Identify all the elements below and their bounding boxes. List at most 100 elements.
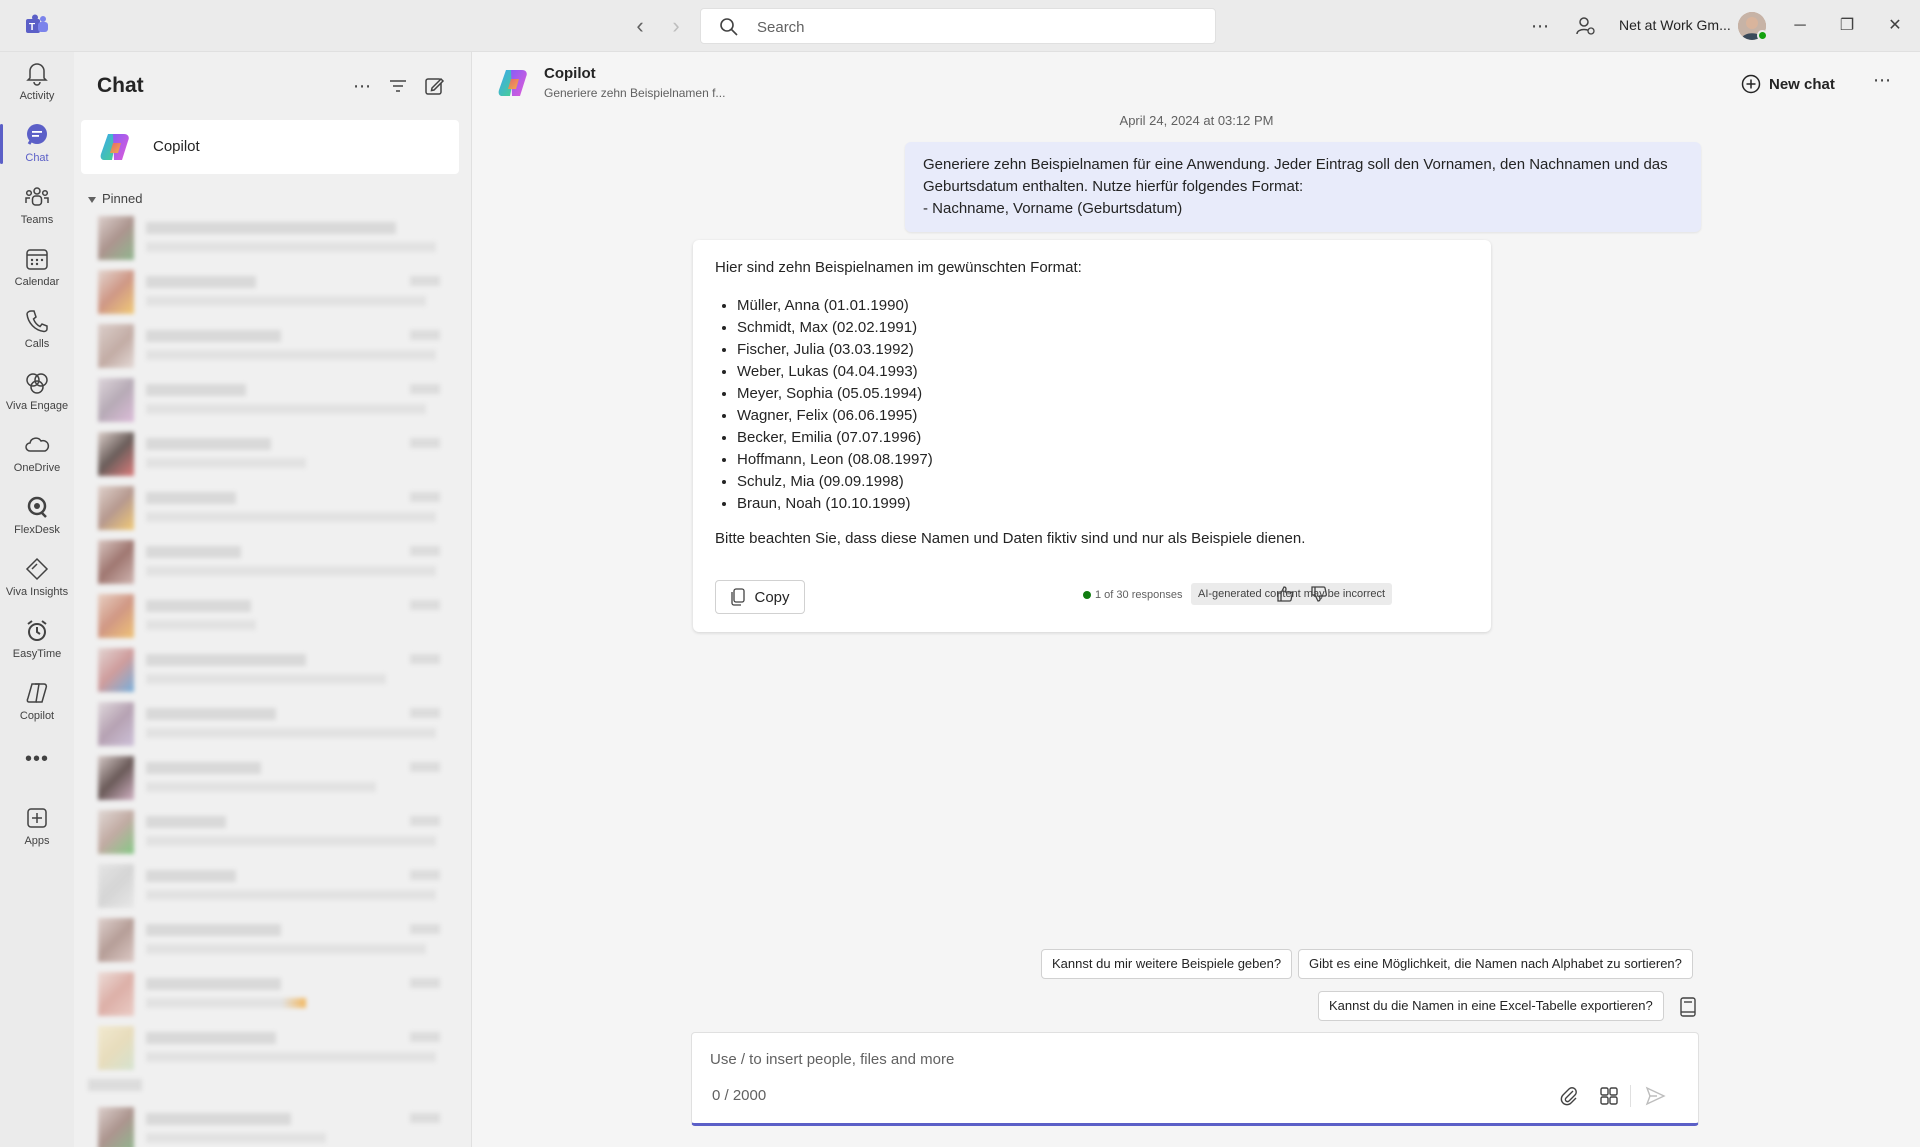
avatar: [98, 594, 134, 638]
list-item[interactable]: [98, 270, 448, 314]
avatar: [98, 756, 134, 800]
list-item[interactable]: [98, 810, 448, 854]
search-bar[interactable]: Search: [700, 8, 1216, 44]
thumbs-down-icon[interactable]: [1309, 584, 1329, 604]
rail-item-teams[interactable]: Teams: [0, 176, 74, 238]
conversation-subtitle: Generiere zehn Beispielnamen f...: [544, 86, 726, 100]
copy-button[interactable]: Copy: [715, 580, 805, 614]
list-item[interactable]: [98, 1107, 448, 1147]
list-item[interactable]: [98, 540, 448, 584]
chat-item-copilot[interactable]: Copilot: [81, 120, 459, 174]
message-timestamp: April 24, 2024 at 03:12 PM: [1119, 113, 1274, 128]
rail-item-chat[interactable]: Chat: [0, 114, 74, 176]
thumbs-up-icon[interactable]: [1275, 584, 1295, 604]
suggestion-chip[interactable]: Kannst du mir weitere Beispiele geben?: [1041, 949, 1293, 979]
viva-insights-icon: [25, 557, 49, 581]
list-item[interactable]: [98, 324, 448, 368]
rail-item-copilot[interactable]: Copilot: [0, 672, 74, 734]
restore-icon[interactable]: ❐: [1835, 14, 1859, 38]
list-item[interactable]: [98, 432, 448, 476]
suggestion-chip[interactable]: Gibt es eine Möglichkeit, die Namen nach…: [1298, 949, 1693, 979]
send-icon[interactable]: [1644, 1085, 1666, 1107]
rail-item-viva-insights[interactable]: Viva Insights: [0, 548, 74, 610]
chat-item-name: Copilot: [153, 138, 200, 155]
list-item: Becker, Emilia (07.07.1996): [737, 427, 933, 449]
list-item: Hoffmann, Leon (08.08.1997): [737, 449, 933, 471]
rail-item-activity[interactable]: Activity: [0, 52, 74, 114]
close-icon[interactable]: ✕: [1883, 14, 1907, 38]
more-apps-icon: •••: [24, 748, 49, 770]
add-app-icon: [27, 808, 47, 828]
response-list: Müller, Anna (01.01.1990) Schmidt, Max (…: [737, 295, 933, 515]
search-icon: [720, 18, 738, 36]
people-settings-icon[interactable]: [1573, 14, 1597, 38]
list-item[interactable]: [98, 486, 448, 530]
list-item: Schmidt, Max (02.02.1991): [737, 317, 933, 339]
list-item[interactable]: [98, 594, 448, 638]
copilot-icon: [26, 683, 48, 703]
rail-item-easytime[interactable]: EasyTime: [0, 610, 74, 672]
rail-item-apps[interactable]: Apps: [0, 797, 74, 859]
list-item[interactable]: [98, 648, 448, 692]
list-item[interactable]: [98, 756, 448, 800]
chat-list-panel: Chat ⋯ Copilot Pinned: [74, 52, 472, 1147]
avatar: [98, 810, 134, 854]
apps-grid-icon[interactable]: [1598, 1085, 1620, 1107]
organization-name[interactable]: Net at Work Gm...: [1619, 17, 1731, 33]
list-item: Weber, Lukas (04.04.1993): [737, 361, 933, 383]
rail-item-calls[interactable]: Calls: [0, 300, 74, 362]
rail-item-flexdesk[interactable]: FlexDesk: [0, 486, 74, 548]
app-rail: Activity Chat Teams Calendar Calls Viva …: [0, 52, 74, 1147]
more-options-icon[interactable]: ⋯: [1528, 14, 1552, 38]
search-placeholder: Search: [757, 19, 805, 36]
avatar: [98, 540, 134, 584]
chat-icon: [27, 124, 47, 145]
cloud-icon: [25, 437, 50, 452]
message-input[interactable]: [710, 1047, 1610, 1071]
copilot-logo-icon: [100, 134, 129, 160]
rail-item-calendar[interactable]: Calendar: [0, 238, 74, 300]
new-chat-compose-icon[interactable]: [422, 74, 446, 98]
list-item[interactable]: [98, 702, 448, 746]
list-item: Braun, Noah (10.10.1999): [737, 493, 933, 515]
conversation-pane: Copilot Generiere zehn Beispielnamen f..…: [473, 52, 1920, 1147]
phone-icon: [26, 310, 48, 333]
minimize-icon[interactable]: ─: [1788, 14, 1812, 38]
suggestion-chip[interactable]: Kannst du die Namen in eine Excel-Tabell…: [1318, 991, 1664, 1021]
avatar: [98, 864, 134, 908]
attach-icon[interactable]: [1558, 1085, 1580, 1107]
avatar: [98, 1107, 134, 1147]
rail-item-viva-engage[interactable]: Viva Engage: [0, 362, 74, 424]
list-item[interactable]: [98, 1026, 448, 1070]
more-options-icon[interactable]: ⋯: [350, 74, 374, 98]
new-chat-button[interactable]: New chat: [1741, 70, 1835, 98]
rail-item-onedrive[interactable]: OneDrive: [0, 424, 74, 486]
section-header: [88, 1079, 142, 1091]
character-counter: 0 / 2000: [712, 1087, 767, 1104]
forward-arrow-icon[interactable]: ›: [664, 14, 688, 38]
user-message: Generiere zehn Beispielnamen für eine An…: [905, 142, 1701, 232]
response-intro: Hier sind zehn Beispielnamen im gewünsch…: [715, 259, 1082, 276]
conversation-title: Copilot: [544, 65, 596, 82]
message-composer: 0 / 2000: [691, 1032, 1699, 1126]
response-outro: Bitte beachten Sie, dass diese Namen und…: [715, 530, 1306, 547]
pinned-section-header[interactable]: Pinned: [88, 191, 142, 206]
chat-list-title: Chat: [97, 74, 144, 97]
list-item[interactable]: [98, 216, 448, 260]
back-arrow-icon[interactable]: ‹: [628, 14, 652, 38]
list-item[interactable]: [98, 972, 448, 1016]
teams-logo-icon[interactable]: T: [24, 14, 50, 38]
divider: [1630, 1085, 1631, 1107]
filter-icon[interactable]: [386, 74, 410, 98]
user-message-text: Generiere zehn Beispielnamen für eine An…: [923, 156, 1668, 217]
prompt-library-icon[interactable]: [1677, 996, 1699, 1018]
list-item[interactable]: [98, 918, 448, 962]
avatar: [98, 216, 134, 260]
list-item[interactable]: [98, 378, 448, 422]
easytime-icon: [27, 620, 47, 641]
rail-more-apps[interactable]: •••: [0, 742, 74, 782]
avatar: [98, 1026, 134, 1070]
list-item[interactable]: [98, 864, 448, 908]
more-options-icon[interactable]: ⋯: [1873, 70, 1891, 91]
viva-engage-icon: [26, 373, 48, 394]
